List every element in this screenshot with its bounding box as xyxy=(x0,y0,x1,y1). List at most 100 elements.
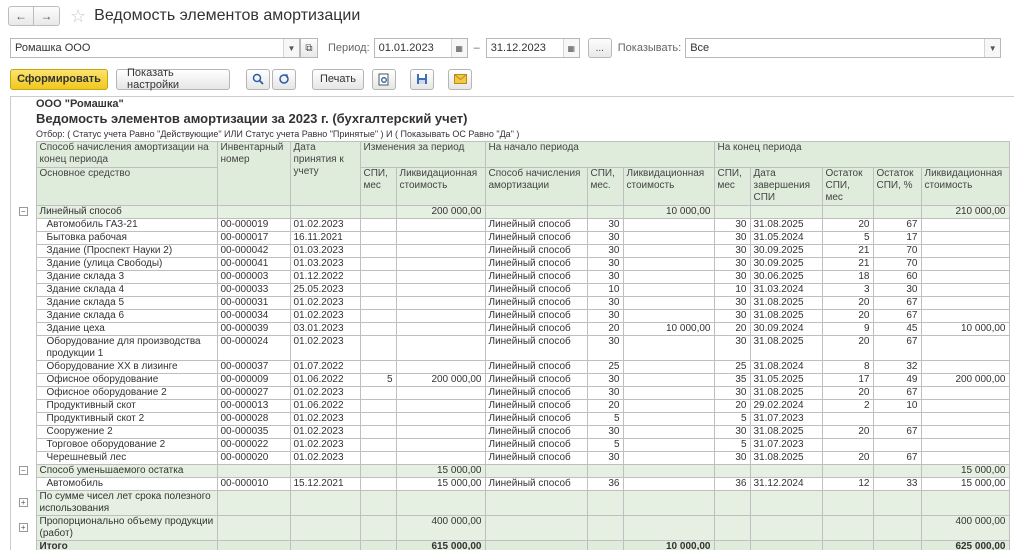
cell-changes-spi xyxy=(359,231,397,245)
cell-start-method: Линейный способ xyxy=(484,283,588,297)
show-value: Все xyxy=(690,42,710,54)
cell-end-spi xyxy=(713,464,751,478)
table-row: Автомобиль ГАЗ-21 00-000019 01.02.2023 Лине… xyxy=(11,218,1010,232)
print-button[interactable]: Печать xyxy=(312,68,364,90)
cell-end-date: 31.08.2025 xyxy=(749,335,823,361)
header-end-remaining-months: Остаток СПИ, мес xyxy=(821,167,874,206)
print-preview-icon xyxy=(378,73,389,85)
cell-start-method: Линейный способ xyxy=(484,373,588,387)
save-button[interactable] xyxy=(410,68,434,90)
back-button[interactable]: ← xyxy=(8,6,34,26)
cell-start-liquidation xyxy=(622,257,715,271)
collapse-icon[interactable]: − xyxy=(18,207,28,216)
find-button[interactable] xyxy=(246,68,270,90)
date-from-field[interactable]: 01.01.2023 ▦ xyxy=(373,38,468,58)
table-row: Офисное оборудование 00-000009 01.06.2022 5… xyxy=(11,373,1010,387)
open-organization-button[interactable]: ⧉ xyxy=(300,38,318,58)
cell-end-date xyxy=(749,540,823,550)
cell-start-liquidation xyxy=(622,386,715,400)
cell-remaining-months: 3 xyxy=(821,283,874,297)
cell-start-liquidation xyxy=(622,425,715,439)
nav-group: ← → xyxy=(8,6,60,26)
organization-field[interactable]: Ромашка ООО ▼ xyxy=(10,38,300,58)
table-row: Торговое оборудование 2 00-000022 01.02.20… xyxy=(11,438,1010,452)
cell-changes-spi xyxy=(359,296,397,310)
preview-button[interactable] xyxy=(372,68,396,90)
cell-inventory-number: 00-000042 xyxy=(216,244,291,258)
cell-changes-spi xyxy=(359,244,397,258)
cell-inventory-number: 00-000013 xyxy=(216,399,291,413)
cell-start-method: Линейный способ xyxy=(484,477,588,491)
cell-end-liquidation xyxy=(920,270,1010,284)
date-to-field[interactable]: 31.12.2023 ▦ xyxy=(485,38,580,58)
cell-remaining-months: 17 xyxy=(821,373,874,387)
cell-acceptance-date: 01.02.2023 xyxy=(289,438,361,452)
cell-end-liquidation xyxy=(920,335,1010,361)
cell-inventory-number: 00-000034 xyxy=(216,309,291,323)
cell-asset: Торговое оборудование 2 xyxy=(35,438,218,452)
generate-button[interactable]: Сформировать xyxy=(10,68,108,90)
cell-changes-spi xyxy=(359,386,397,400)
cell-start-method xyxy=(484,205,588,219)
cell-end-date: 30.09.2024 xyxy=(749,322,823,336)
cell-remaining-percent: 33 xyxy=(872,477,922,491)
cell-start-liquidation xyxy=(622,477,715,491)
period-select-button[interactable]: ... xyxy=(587,38,612,58)
cell-asset: Здание склада 6 xyxy=(35,309,218,323)
cell-acceptance-date: 01.03.2023 xyxy=(289,244,361,258)
cell-end-liquidation: 10 000,00 xyxy=(920,322,1010,336)
cell-end-date: 31.05.2025 xyxy=(749,373,823,387)
group-row: + По сумме чисел лет срока полезного испо… xyxy=(11,490,1010,516)
cell-remaining-percent: 17 xyxy=(872,231,922,245)
cell-asset: По сумме чисел лет срока полезного испол… xyxy=(35,490,218,516)
cell-start-method: Линейный способ xyxy=(484,244,588,258)
cell-start-spi xyxy=(586,515,624,541)
cell-end-date: 31.03.2024 xyxy=(749,283,823,297)
cell-end-liquidation xyxy=(920,490,1010,516)
cell-remaining-percent: 67 xyxy=(872,451,922,465)
table-row: Сооружение 2 00-000035 01.02.2023 Линейный … xyxy=(11,425,1010,439)
calendar-icon[interactable]: ▦ xyxy=(562,39,579,57)
cell-end-date: 31.07.2023 xyxy=(749,412,823,426)
cell-end-date: 31.07.2023 xyxy=(749,438,823,452)
cell-end-date: 31.08.2025 xyxy=(749,451,823,465)
send-email-button[interactable] xyxy=(448,68,472,90)
cell-start-method: Линейный способ xyxy=(484,335,588,361)
show-select[interactable]: Все ▼ xyxy=(685,38,1002,58)
cell-start-spi: 30 xyxy=(586,451,624,465)
table-row: Здание (улица Свободы) 00-000041 01.03.202… xyxy=(11,257,1010,271)
cell-end-date: 30.09.2025 xyxy=(749,244,823,258)
cell-remaining-months xyxy=(821,412,874,426)
dropdown-arrow-icon[interactable]: ▼ xyxy=(283,39,299,57)
favorite-star-icon[interactable]: ☆ xyxy=(70,7,86,25)
cell-changes-liquidation xyxy=(395,425,486,439)
cell-changes-liquidation: 200 000,00 xyxy=(395,373,486,387)
cell-remaining-months: 9 xyxy=(821,322,874,336)
cell-start-liquidation xyxy=(622,231,715,245)
cell-end-date: 31.08.2025 xyxy=(749,425,823,439)
cell-remaining-percent: 67 xyxy=(872,296,922,310)
dropdown-arrow-icon[interactable]: ▼ xyxy=(984,39,1001,57)
cell-remaining-percent: 67 xyxy=(872,386,922,400)
cell-remaining-percent: 10 xyxy=(872,399,922,413)
calendar-icon[interactable]: ▦ xyxy=(450,39,467,57)
open-card-icon: ⧉ xyxy=(305,42,313,54)
cell-end-liquidation xyxy=(920,451,1010,465)
expand-icon[interactable]: + xyxy=(18,498,28,507)
collapse-icon[interactable]: − xyxy=(18,466,28,475)
cell-remaining-months: 18 xyxy=(821,270,874,284)
show-settings-button[interactable]: Показать настройки xyxy=(116,67,230,91)
forward-button[interactable]: → xyxy=(34,6,60,26)
cell-remaining-percent xyxy=(872,438,922,452)
cell-asset: Сооружение 2 xyxy=(35,425,218,439)
cell-remaining-months xyxy=(821,205,874,219)
cell-start-liquidation xyxy=(622,438,715,452)
cell-start-method: Линейный способ xyxy=(484,399,588,413)
expand-icon[interactable]: + xyxy=(18,523,28,532)
cell-remaining-percent xyxy=(872,540,922,550)
find-next-button[interactable] xyxy=(272,68,296,90)
cell-changes-liquidation xyxy=(395,386,486,400)
cell-changes-liquidation xyxy=(395,451,486,465)
cell-end-liquidation: 15 000,00 xyxy=(920,464,1010,478)
cell-end-liquidation: 625 000,00 xyxy=(920,540,1010,550)
